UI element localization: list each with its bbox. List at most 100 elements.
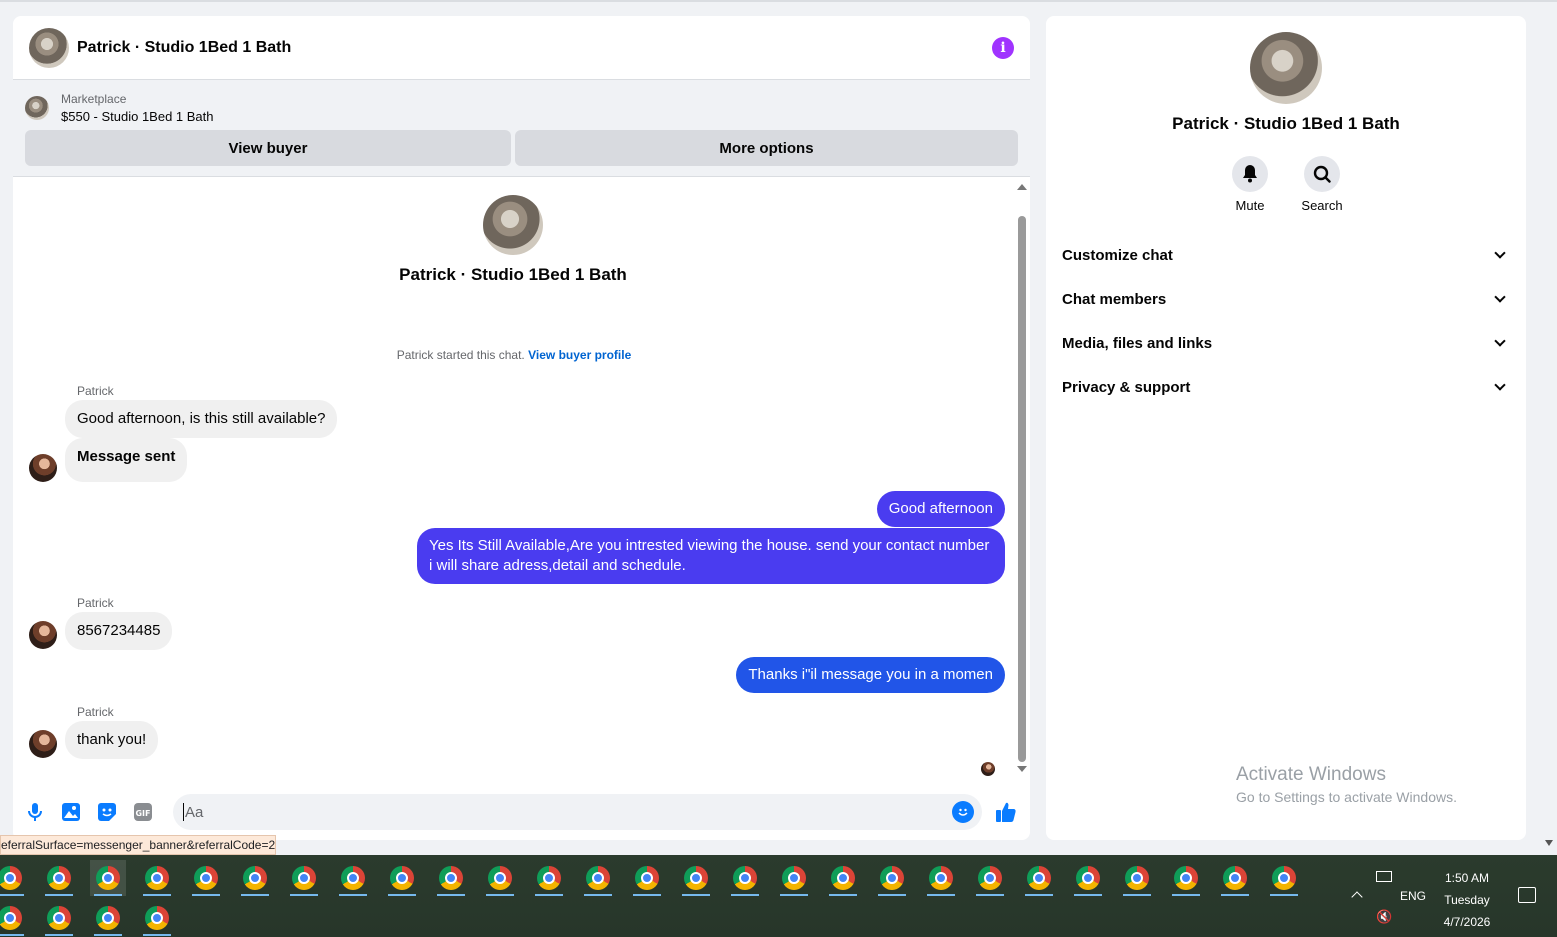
chrome-window-button[interactable] [90,860,126,896]
running-indicator [192,894,220,896]
chrome-window-button[interactable] [90,900,126,936]
patrick-avatar[interactable] [29,730,57,758]
photo-icon[interactable] [61,802,81,822]
chrome-window-button[interactable] [41,860,77,896]
mute-action[interactable]: Mute [1232,156,1268,213]
seen-receipt-avatar [981,762,995,776]
search-action[interactable]: Search [1301,156,1343,213]
chrome-window-button[interactable] [678,860,714,896]
chrome-window-button[interactable] [1021,860,1057,896]
message-bubble-outgoing[interactable]: Good afternoon [876,491,1005,527]
chrome-window-button[interactable] [1266,860,1302,896]
gif-icon[interactable]: GIF [133,802,153,822]
chrome-icon [978,866,1002,890]
notification-center-icon[interactable] [1518,887,1536,903]
message-scrollbar[interactable] [1016,182,1027,774]
emoji-icon[interactable] [952,801,974,823]
section-privacy-support[interactable]: Privacy & support [1062,365,1510,409]
chrome-window-button[interactable] [139,900,175,936]
chrome-window-button[interactable] [0,860,28,896]
running-indicator [143,894,171,896]
message-bubble-incoming[interactable]: Good afternoon, is this still available? [65,400,338,438]
chrome-icon [880,866,904,890]
chrome-window-button[interactable] [0,900,28,936]
more-options-button[interactable]: More options [515,130,1018,166]
chrome-window-button[interactable] [384,860,420,896]
chrome-window-button[interactable] [335,860,371,896]
view-buyer-profile-link[interactable]: View buyer profile [528,348,631,362]
patrick-avatar[interactable] [29,454,57,482]
info-sections: Customize chat Chat members Media, files… [1046,233,1526,409]
chrome-window-button[interactable] [923,860,959,896]
chrome-window-button[interactable] [433,860,469,896]
scroll-up-arrow[interactable] [1017,184,1027,190]
volume-muted-icon[interactable]: 🔇 [1376,909,1392,925]
chrome-window-button[interactable] [727,860,763,896]
chrome-window-button[interactable] [139,860,175,896]
chrome-window-button[interactable] [1070,860,1106,896]
show-hidden-icons-icon[interactable] [1351,891,1363,903]
text-caret [183,803,184,821]
chat-title[interactable]: Patrick · Studio 1Bed 1 Bath [77,39,992,57]
chrome-window-button[interactable] [1217,860,1253,896]
thumbs-up-icon[interactable] [990,801,1022,823]
chrome-window-button[interactable] [41,900,77,936]
search-icon[interactable] [1304,156,1340,192]
bell-icon[interactable] [1232,156,1268,192]
chrome-icon [635,866,659,890]
sticker-icon[interactable] [97,802,117,822]
message-bubble-incoming[interactable]: 8567234485 [65,612,173,650]
message-list[interactable]: Patrick · Studio 1Bed 1 Bath Patrick sta… [13,178,1030,778]
message-bubble-outgoing[interactable]: Thanks i"il message you in a momen [736,657,1005,693]
status-bar-url: eferralSurface=messenger_banner&referral… [0,835,276,855]
scroll-down-arrow[interactable] [1017,766,1027,772]
section-chat-members[interactable]: Chat members [1062,277,1510,321]
windows-taskbar: 🔇 ENG 1:50 AM Tuesday 4/7/2026 [0,855,1557,937]
running-indicator [241,894,269,896]
chrome-icon [47,906,71,930]
marketplace-label: Marketplace [61,92,127,106]
running-indicator [1074,894,1102,896]
running-indicator [878,894,906,896]
patrick-avatar[interactable] [29,621,57,649]
page-scroll-down-arrow[interactable] [1545,840,1553,846]
chrome-window-button[interactable] [188,860,224,896]
chrome-window-button[interactable] [1168,860,1204,896]
running-indicator [927,894,955,896]
network-icon[interactable] [1376,871,1392,882]
chrome-window-button[interactable] [972,860,1008,896]
language-indicator[interactable]: ENG [1400,889,1426,903]
microphone-icon[interactable] [25,802,45,822]
listing-thumbnail[interactable] [25,96,49,120]
profile-avatar[interactable] [1250,32,1322,104]
chrome-window-button[interactable] [629,860,665,896]
intro-avatar[interactable] [483,195,543,255]
message-input[interactable] [185,803,952,821]
chat-avatar[interactable] [29,27,69,68]
chrome-window-button[interactable] [825,860,861,896]
clock[interactable]: 1:50 AM Tuesday 4/7/2026 [1436,867,1498,933]
chrome-icon [831,866,855,890]
chrome-window-button[interactable] [237,860,273,896]
scroll-thumb[interactable] [1018,216,1026,762]
section-media-files-links[interactable]: Media, files and links [1062,321,1510,365]
chrome-window-button[interactable] [1119,860,1155,896]
chrome-icon [782,866,806,890]
running-indicator [1123,894,1151,896]
chrome-window-button[interactable] [776,860,812,896]
chrome-window-button[interactable] [286,860,322,896]
message-bubble-outgoing[interactable]: Yes Its Still Available,Are you intreste… [417,528,1005,584]
chrome-window-button[interactable] [580,860,616,896]
running-indicator [682,894,710,896]
section-customize-chat[interactable]: Customize chat [1062,233,1510,277]
listing-title[interactable]: $550 - Studio 1Bed 1 Bath [61,108,214,126]
message-bubble-incoming[interactable]: Message sent [65,438,188,482]
info-icon[interactable]: i [992,36,1014,59]
chrome-icon [145,866,169,890]
view-buyer-button[interactable]: View buyer [25,130,511,166]
chrome-window-button[interactable] [531,860,567,896]
chrome-window-button[interactable] [482,860,518,896]
message-bubble-incoming[interactable]: thank you! [65,721,159,759]
message-input-box[interactable] [173,794,982,830]
chrome-window-button[interactable] [874,860,910,896]
